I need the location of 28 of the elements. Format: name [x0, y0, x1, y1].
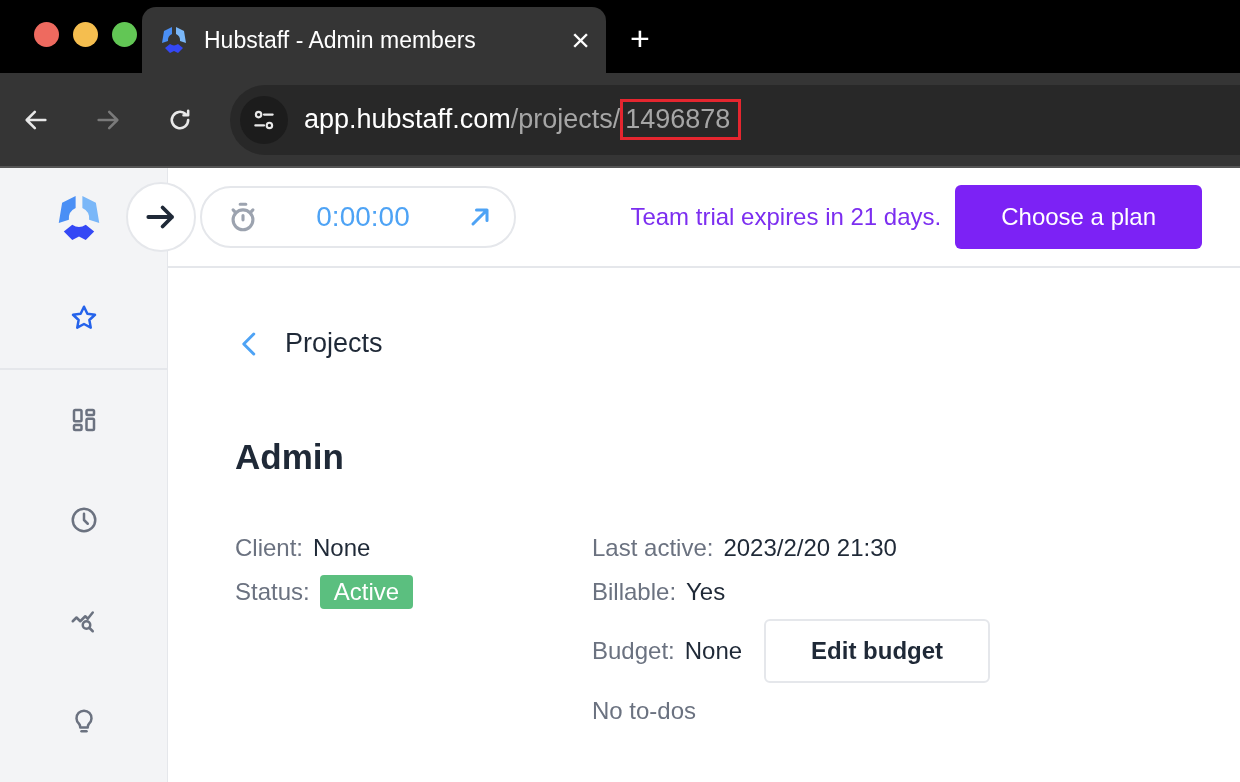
url-text: app.hubstaff.com/projects/ — [304, 104, 621, 135]
project-title: Admin — [235, 437, 345, 477]
field-value: Yes — [686, 578, 726, 606]
site-settings-button[interactable] — [240, 95, 288, 144]
close-window-button[interactable] — [34, 22, 59, 47]
browser-tab[interactable]: Hubstaff - Admin members × — [142, 7, 606, 73]
field-value: 2023/2/20 21:30 — [723, 534, 897, 562]
minimize-window-button[interactable] — [73, 22, 98, 47]
field-value: None — [684, 637, 743, 665]
timer-time: 0:00:00 — [315, 201, 411, 233]
new-tab-button[interactable]: + — [630, 21, 650, 55]
address-bar[interactable]: app.hubstaff.com/projects/ 1496878 — [230, 84, 1240, 155]
todos-text: No to-dos — [592, 697, 698, 725]
choose-plan-button[interactable]: Choose a plan — [955, 185, 1202, 249]
field-label: Budget: — [592, 637, 675, 665]
trial-message: Team trial expires in 21 days. — [630, 203, 942, 231]
field-value: None — [313, 534, 371, 562]
tab-title: Hubstaff - Admin members — [204, 26, 477, 54]
field-label: Billable: — [592, 578, 677, 606]
field-label: Last active: — [592, 534, 714, 562]
close-icon[interactable]: × — [571, 24, 590, 56]
highlight-box: 1496878 — [620, 99, 742, 140]
back-link[interactable]: Projects — [235, 328, 1240, 359]
field-label: Status: — [235, 578, 310, 606]
edit-budget-button[interactable]: Edit budget — [764, 619, 991, 683]
field-label: Client: — [235, 534, 304, 562]
maximize-window-button[interactable] — [112, 22, 137, 47]
status-badge: Active — [319, 575, 414, 609]
